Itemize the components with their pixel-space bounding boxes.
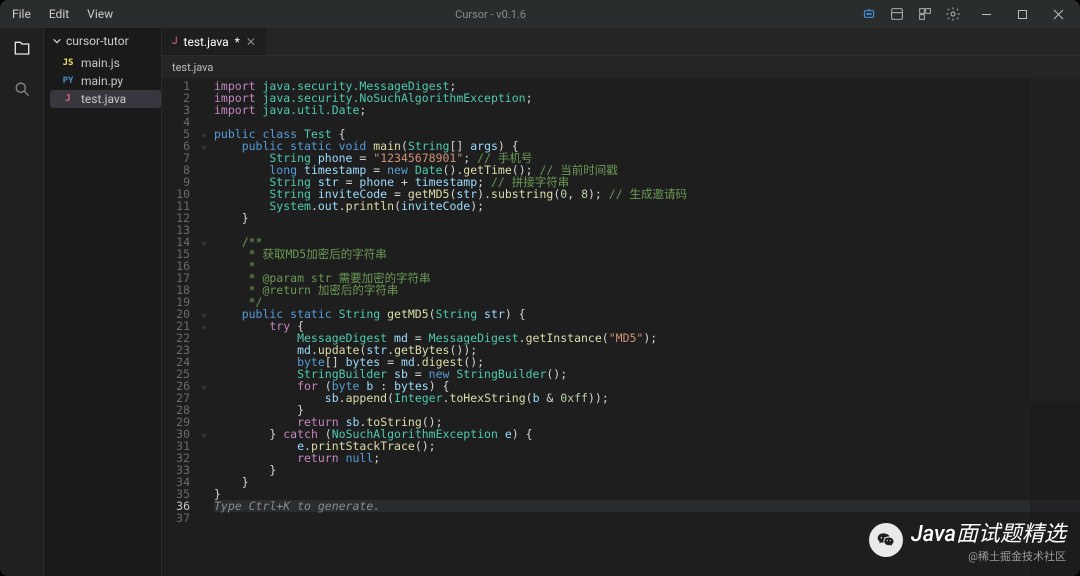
java-file-icon: J	[60, 94, 76, 104]
watermark-title: Java面试题精选	[911, 516, 1066, 548]
main-area: cursor-tutor JS main.js PY main.py Jtest.jav…	[0, 28, 1080, 576]
window-controls	[968, 0, 1076, 28]
file-main-js[interactable]: JS main.js	[50, 54, 161, 72]
wechat-icon	[869, 523, 903, 557]
minimap[interactable]	[1030, 78, 1080, 576]
tab-label: test.java	[184, 35, 229, 49]
menu-view[interactable]: View	[79, 3, 121, 25]
breadcrumb[interactable]: test.java	[162, 56, 1080, 78]
minimize-button[interactable]	[968, 0, 1004, 28]
tab-test-java[interactable]: J test.java * ✕	[162, 28, 266, 55]
activity-bar	[0, 28, 44, 576]
file-test-java[interactable]: Jtest.java	[50, 90, 161, 108]
tab-dirty-indicator: *	[235, 35, 240, 49]
py-file-icon: PY	[60, 76, 76, 86]
file-tree: JS main.js PY main.py Jtest.java	[44, 54, 161, 108]
watermark: Java面试题精选 @稀土掘金技术社区	[869, 516, 1066, 564]
js-file-icon: JS	[60, 58, 76, 68]
code-source[interactable]: import java.security.MessageDigest;impor…	[210, 78, 1080, 576]
line-numbers: 1234567891011121314151617181920212223242…	[162, 78, 198, 576]
code-area[interactable]: 1234567891011121314151617181920212223242…	[162, 78, 1080, 576]
tab-close-icon[interactable]: ✕	[246, 35, 256, 49]
java-file-icon: J	[172, 36, 178, 47]
title-bar: File Edit View Cursor - v0.1.6	[0, 0, 1080, 28]
window-title: Cursor - v0.1.6	[121, 8, 860, 21]
ai-panel-icon[interactable]	[860, 5, 878, 23]
maximize-button[interactable]	[1004, 0, 1040, 28]
file-label: main.js	[81, 56, 120, 70]
search-icon[interactable]	[9, 76, 35, 102]
menu-file[interactable]: File	[4, 3, 39, 25]
menu-edit[interactable]: Edit	[41, 3, 77, 25]
file-label: test.java	[81, 92, 126, 106]
layout-customize-icon[interactable]	[888, 5, 906, 23]
menu-bar: File Edit View	[4, 3, 121, 25]
file-explorer: cursor-tutor JS main.js PY main.py Jtest.jav…	[44, 28, 162, 576]
watermark-sub: @稀土掘金技术社区	[968, 548, 1066, 564]
close-button[interactable]	[1040, 0, 1076, 28]
folder-root[interactable]: cursor-tutor	[44, 28, 161, 54]
tab-bar: J test.java * ✕	[162, 28, 1080, 56]
file-main-py[interactable]: PY main.py	[50, 72, 161, 90]
extensions-icon[interactable]	[916, 5, 934, 23]
file-label: main.py	[81, 74, 123, 88]
settings-gear-icon[interactable]	[944, 5, 962, 23]
folder-name: cursor-tutor	[66, 34, 129, 48]
title-actions	[860, 5, 962, 23]
chevron-down-icon	[52, 36, 62, 46]
fold-gutter[interactable]: ⌄⌄⌄⌄⌄⌄⌄	[198, 78, 210, 576]
explorer-icon[interactable]	[9, 36, 35, 62]
editor: J test.java * ✕ test.java 12345678910111…	[162, 28, 1080, 576]
